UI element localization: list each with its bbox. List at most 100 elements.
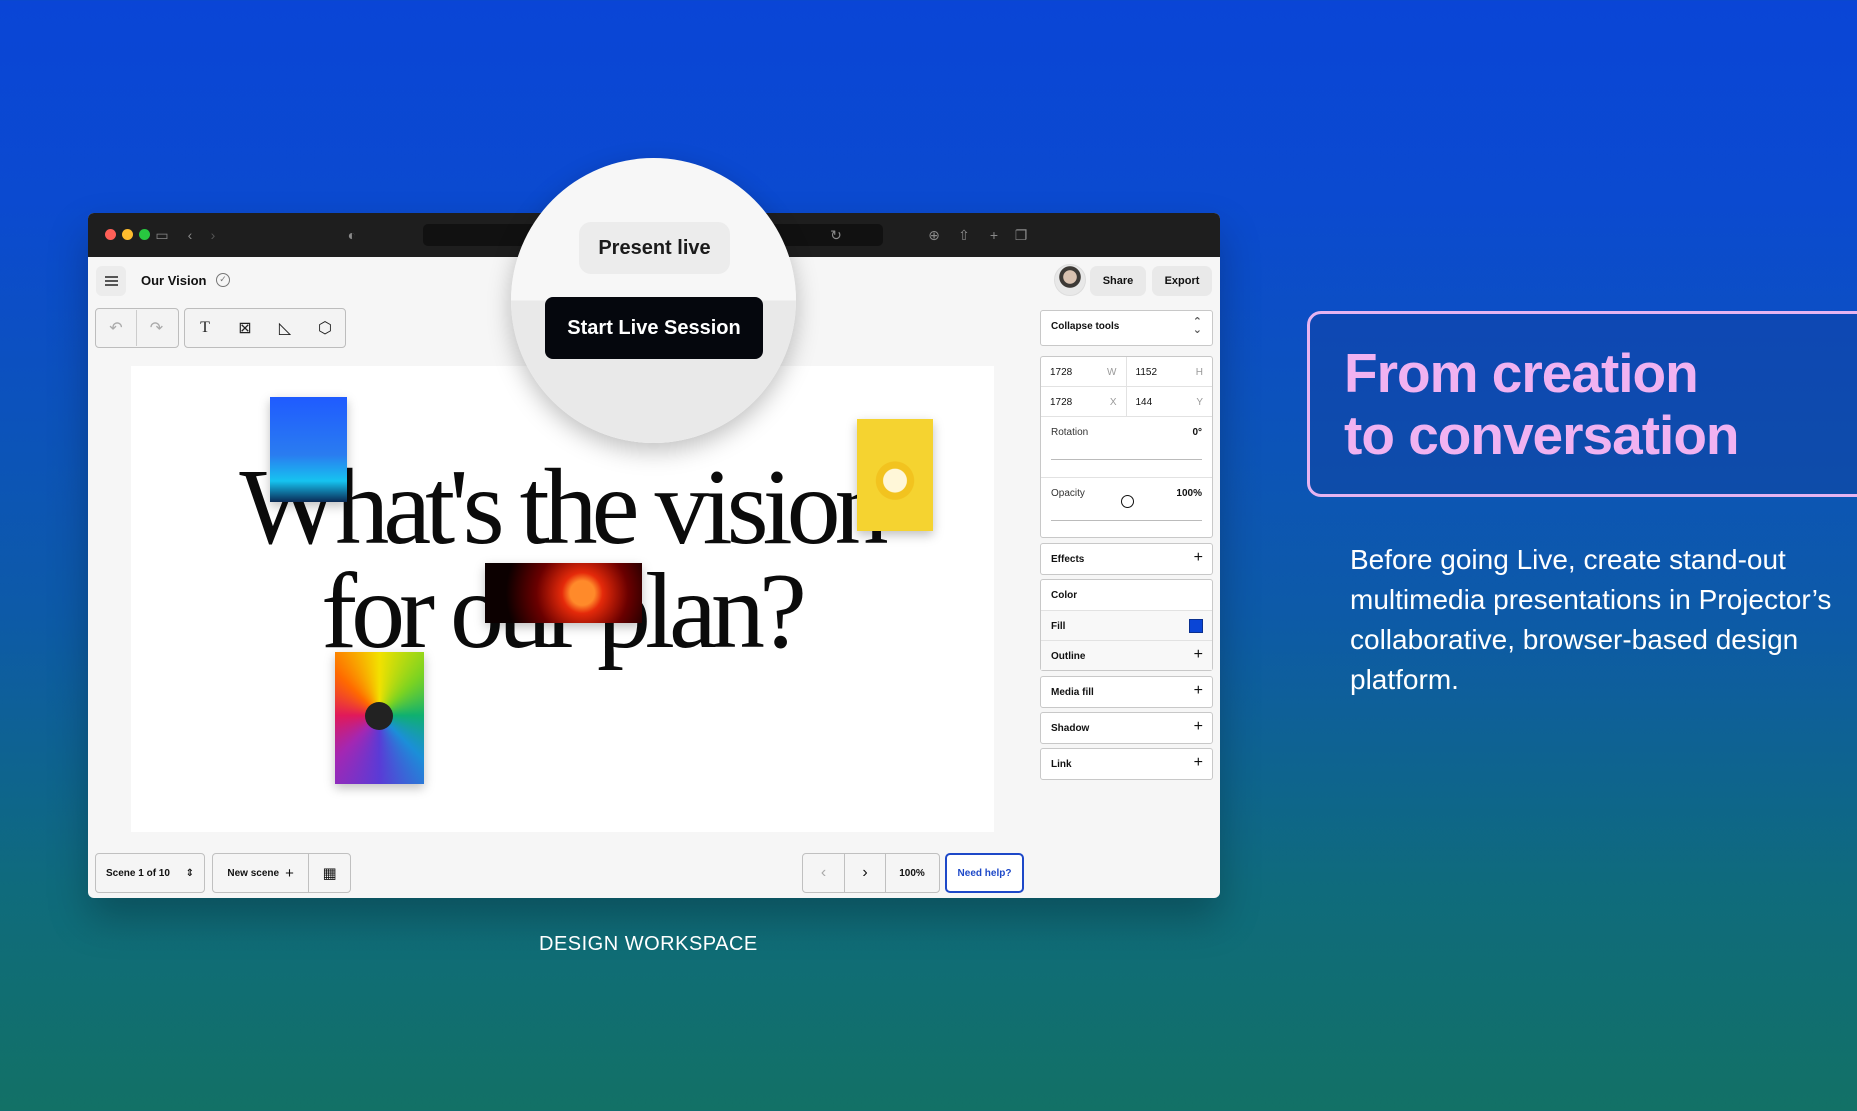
- colored-pencils-photo[interactable]: [335, 652, 424, 784]
- need-help-button[interactable]: Need help?: [945, 853, 1024, 893]
- cupcake-photo[interactable]: [857, 419, 933, 531]
- y-axis-label: Y: [1196, 397, 1203, 408]
- height-axis-label: H: [1195, 367, 1203, 378]
- outline-row[interactable]: Outline +: [1041, 640, 1212, 670]
- add-media-fill-icon[interactable]: +: [1194, 682, 1203, 700]
- insert-toolbar: T ⊠ ◺ ⬡: [184, 308, 346, 348]
- width-value: 1728: [1050, 367, 1073, 378]
- link-section[interactable]: Link +: [1040, 748, 1213, 780]
- red-light-photo[interactable]: [485, 563, 642, 623]
- undo-icon[interactable]: ↶: [96, 310, 136, 346]
- y-value: 144: [1135, 397, 1153, 408]
- collapse-row: Collapse tools ⌃ ⌄: [1041, 311, 1212, 344]
- shadow-section[interactable]: Shadow +: [1040, 712, 1213, 744]
- effects-section[interactable]: Effects +: [1040, 543, 1213, 575]
- navigation-controls: ‹ › 100%: [802, 853, 940, 893]
- tabs-overview-icon[interactable]: ❐: [1011, 225, 1031, 245]
- media-fill-section[interactable]: Media fill +: [1040, 676, 1213, 708]
- slide-canvas[interactable]: What's the vision for our plan?: [131, 366, 994, 832]
- close-window-icon[interactable]: [105, 229, 116, 240]
- rotation-value: 0°: [1192, 427, 1202, 438]
- dimensions-grid: 1728 W 1152 H 1728 X 144 Y: [1041, 357, 1212, 417]
- previous-scene-icon[interactable]: ‹: [803, 854, 844, 892]
- minimize-window-icon[interactable]: [122, 229, 133, 240]
- collapse-tools-label: Collapse tools: [1051, 321, 1120, 332]
- x-field[interactable]: 1728 X: [1041, 387, 1127, 417]
- present-live-button[interactable]: Present live: [579, 222, 730, 274]
- opacity-label: Opacity: [1051, 488, 1085, 499]
- new-scene-label: New scene: [227, 867, 280, 879]
- effects-label: Effects: [1051, 554, 1085, 565]
- y-field[interactable]: 144 Y: [1126, 387, 1212, 417]
- transform-panel: 1728 W 1152 H 1728 X 144 Y Rotation 0° Opaci…: [1040, 356, 1213, 569]
- shadow-row: Shadow +: [1041, 713, 1212, 743]
- x-value: 1728: [1050, 397, 1073, 408]
- document-title[interactable]: Our Vision: [141, 273, 207, 288]
- saved-check-icon: ✓: [216, 273, 230, 287]
- plus-icon: +: [285, 864, 294, 882]
- color-section: Color Fill Outline +: [1040, 579, 1213, 671]
- text-tool-icon[interactable]: T: [185, 310, 225, 346]
- opacity-control: Opacity 100%: [1041, 477, 1212, 569]
- share-button[interactable]: Share: [1090, 266, 1146, 296]
- width-axis-label: W: [1107, 367, 1117, 378]
- fill-row[interactable]: Fill: [1041, 610, 1212, 640]
- opacity-value: 100%: [1176, 488, 1202, 499]
- color-header-row: Color: [1041, 580, 1212, 610]
- outline-label: Outline: [1051, 651, 1086, 662]
- feature-title: From creation to conversation: [1344, 342, 1740, 466]
- scene-selector-inner: Scene 1 of 10 ⇕: [96, 854, 204, 892]
- back-arrow-icon[interactable]: ‹: [180, 225, 200, 245]
- chevron-updown-icon: ⌃ ⌄: [1192, 316, 1202, 336]
- collapse-tools-control[interactable]: Collapse tools ⌃ ⌄: [1040, 310, 1213, 346]
- hand-photo[interactable]: [270, 397, 347, 502]
- fill-label: Fill: [1051, 621, 1066, 632]
- start-live-session-button[interactable]: Start Live Session: [545, 297, 763, 359]
- user-avatar[interactable]: [1054, 264, 1086, 296]
- x-axis-label: X: [1109, 397, 1117, 408]
- color-label: Color: [1051, 590, 1078, 601]
- download-icon[interactable]: ⊕: [924, 225, 944, 245]
- shape-tool-icon[interactable]: ◺: [265, 310, 305, 346]
- height-field[interactable]: 1152 H: [1126, 357, 1212, 387]
- media-fill-label: Media fill: [1051, 687, 1094, 698]
- link-label: Link: [1051, 759, 1072, 770]
- link-row: Link +: [1041, 749, 1212, 779]
- new-scene-button[interactable]: New scene +: [213, 854, 308, 892]
- scene-label: Scene 1 of 10: [106, 867, 170, 879]
- opacity-track[interactable]: [1051, 520, 1209, 569]
- privacy-shield-icon[interactable]: ◐: [342, 225, 362, 245]
- reload-icon[interactable]: ↻: [826, 225, 846, 245]
- add-outline-icon[interactable]: +: [1194, 646, 1203, 664]
- live-session-magnifier: Present live Start Live Session: [511, 158, 796, 443]
- sticker-tool-icon[interactable]: ⬡: [305, 310, 345, 346]
- fill-color-swatch[interactable]: [1189, 619, 1203, 633]
- scene-selector[interactable]: Scene 1 of 10 ⇕: [95, 853, 205, 893]
- image-tool-icon[interactable]: ⊠: [225, 310, 265, 346]
- redo-icon[interactable]: ↷: [136, 310, 176, 346]
- shadow-label: Shadow: [1051, 723, 1090, 734]
- share-page-icon[interactable]: ⇧: [954, 225, 974, 245]
- height-value: 1152: [1135, 367, 1158, 378]
- maximize-window-icon[interactable]: [139, 229, 150, 240]
- rotation-track[interactable]: [1051, 459, 1202, 508]
- effects-row: Effects +: [1041, 544, 1212, 574]
- workspace-caption: DESIGN WORKSPACE: [539, 933, 758, 955]
- add-effect-icon[interactable]: +: [1194, 549, 1203, 567]
- next-scene-icon[interactable]: ›: [844, 854, 885, 892]
- add-link-icon[interactable]: +: [1194, 754, 1203, 772]
- feature-title-line-2: to conversation: [1344, 404, 1740, 466]
- export-button[interactable]: Export: [1152, 266, 1212, 296]
- media-fill-row: Media fill +: [1041, 677, 1212, 707]
- add-shadow-icon[interactable]: +: [1194, 718, 1203, 736]
- forward-arrow-icon[interactable]: ›: [203, 225, 223, 245]
- chevron-updown-icon: ⇕: [185, 867, 194, 879]
- width-field[interactable]: 1728 W: [1041, 357, 1127, 387]
- layout-template-icon[interactable]: ▦: [308, 854, 350, 892]
- rotation-label: Rotation: [1051, 427, 1089, 438]
- new-tab-icon[interactable]: +: [984, 225, 1004, 245]
- zoom-level[interactable]: 100%: [885, 854, 938, 892]
- scene-actions: New scene + ▦: [212, 853, 351, 893]
- menu-button[interactable]: [96, 266, 126, 296]
- sidebar-toggle-icon[interactable]: ▭: [152, 225, 172, 245]
